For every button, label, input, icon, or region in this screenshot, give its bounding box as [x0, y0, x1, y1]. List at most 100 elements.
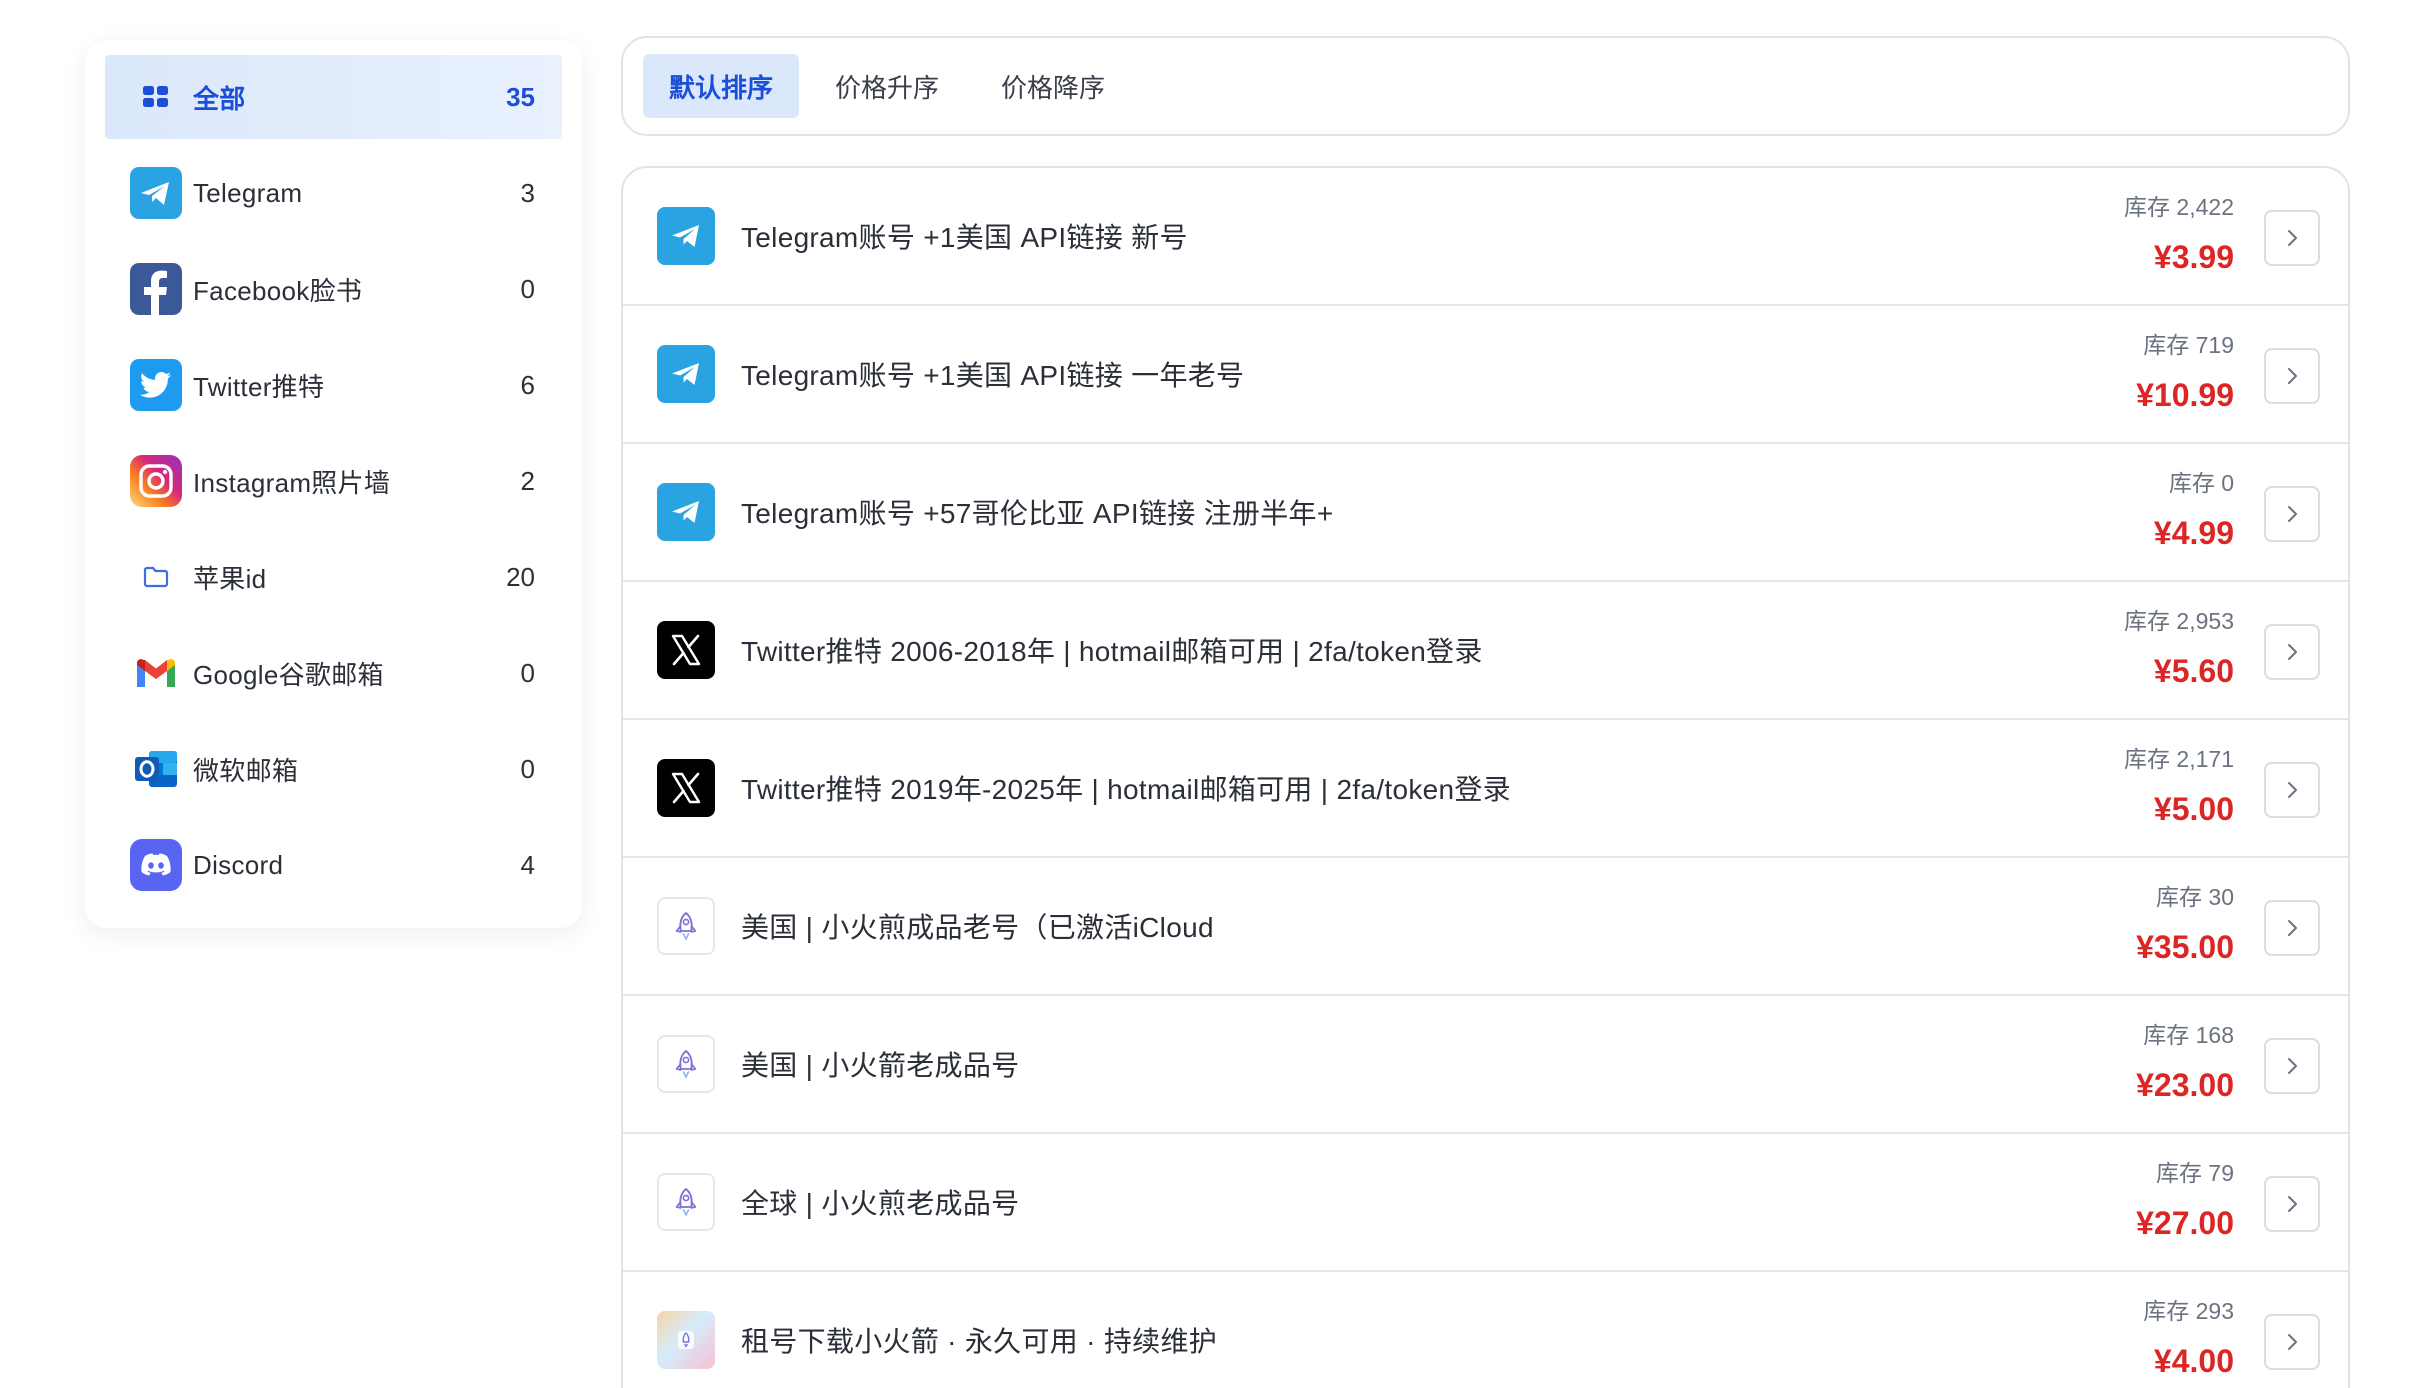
product-row[interactable]: Twitter推特 2019年-2025年 | hotmail邮箱可用 | 2f…: [623, 720, 2348, 858]
sidebar-item-facebook[interactable]: Facebook脸书 0: [105, 247, 562, 331]
product-price: ¥3.99: [2153, 239, 2234, 275]
discord-icon: [129, 838, 183, 892]
chevron-right-icon[interactable]: [2264, 1176, 2320, 1232]
sidebar-item-count: 4: [520, 849, 535, 880]
product-row[interactable]: Telegram账号 +57哥伦比亚 API链接 注册半年+ 库存 0 ¥4.9…: [623, 444, 2348, 582]
sidebar-item-count: 35: [506, 81, 535, 112]
chevron-right-icon[interactable]: [2264, 486, 2320, 542]
product-meta: 库存 2,171 ¥5.00: [2124, 742, 2234, 828]
sidebar-item-label: 微软邮箱: [193, 755, 299, 786]
folder-icon: [129, 550, 183, 604]
product-row[interactable]: 全球 | 小火煎老成品号 库存 79 ¥27.00: [623, 1134, 2348, 1272]
telegram-icon: [657, 483, 715, 541]
telegram-icon: [129, 166, 183, 220]
product-row[interactable]: Telegram账号 +1美国 API链接 新号 库存 2,422 ¥3.99: [623, 168, 2348, 306]
product-stock: 库存 2,171: [2124, 746, 2234, 772]
chevron-right-icon[interactable]: [2264, 210, 2320, 266]
product-title: 全球 | 小火煎老成品号: [741, 1188, 1020, 1219]
product-price: ¥5.60: [2153, 653, 2234, 689]
category-sidebar: 全部 35 Telegram 3 Facebook脸书 0 Twitter推特 …: [85, 40, 582, 928]
sidebar-item-label: Twitter推特: [193, 371, 325, 402]
product-meta: 库存 719 ¥10.99: [2136, 328, 2234, 414]
sidebar-item-label: 全部: [193, 83, 246, 114]
product-meta: 库存 2,953 ¥5.60: [2124, 604, 2234, 690]
product-meta: 库存 30 ¥35.00: [2136, 880, 2234, 966]
sidebar-item-telegram[interactable]: Telegram 3: [105, 151, 562, 235]
product-price: ¥4.00: [2153, 1343, 2234, 1379]
product-price: ¥4.99: [2153, 515, 2234, 551]
sidebar-item-instagram[interactable]: Instagram照片墙 2: [105, 439, 562, 523]
product-title: Telegram账号 +1美国 API链接 一年老号: [741, 360, 1245, 391]
product-price: ¥10.99: [2136, 377, 2234, 413]
rocket-app-icon: [657, 1311, 715, 1369]
sidebar-item-all[interactable]: 全部 35: [105, 55, 562, 139]
sort-price-asc-tab[interactable]: 价格升序: [809, 54, 965, 118]
grid-icon: [129, 70, 183, 124]
sort-price-desc-tab[interactable]: 价格降序: [975, 54, 1131, 118]
product-stock: 库存 719: [2143, 332, 2234, 358]
sidebar-item-count: 6: [520, 369, 535, 400]
product-price: ¥27.00: [2136, 1205, 2234, 1241]
sidebar-item-label: Facebook脸书: [193, 275, 363, 306]
gmail-icon: [129, 646, 183, 700]
chevron-right-icon[interactable]: [2264, 348, 2320, 404]
product-row[interactable]: 租号下载小火箭 · 永久可用 · 持续维护 库存 293 ¥4.00: [623, 1272, 2348, 1388]
product-stock: 库存 293: [2143, 1298, 2234, 1324]
sidebar-item-count: 3: [520, 177, 535, 208]
sidebar-item-count: 2: [520, 465, 535, 496]
sidebar-item-label: Instagram照片墙: [193, 467, 391, 498]
product-title: 租号下载小火箭 · 永久可用 · 持续维护: [741, 1326, 1218, 1357]
sidebar-item-gmail[interactable]: Google谷歌邮箱 0: [105, 631, 562, 715]
telegram-icon: [657, 207, 715, 265]
sort-bar: 默认排序 价格升序 价格降序: [621, 36, 2350, 136]
product-stock: 库存 30: [2156, 884, 2234, 910]
rocket-icon: [657, 897, 715, 955]
product-row[interactable]: 美国 | 小火箭老成品号 库存 168 ¥23.00: [623, 996, 2348, 1134]
sidebar-item-count: 0: [520, 657, 535, 688]
chevron-right-icon[interactable]: [2264, 900, 2320, 956]
product-meta: 库存 0 ¥4.99: [2154, 466, 2234, 552]
product-row[interactable]: Twitter推特 2006-2018年 | hotmail邮箱可用 | 2fa…: [623, 582, 2348, 720]
product-title: Twitter推特 2006-2018年 | hotmail邮箱可用 | 2fa…: [741, 636, 1483, 667]
sidebar-item-discord[interactable]: Discord 4: [105, 823, 562, 907]
sidebar-item-outlook[interactable]: 微软邮箱 0: [105, 727, 562, 811]
sidebar-item-count: 0: [520, 753, 535, 784]
product-meta: 库存 79 ¥27.00: [2136, 1156, 2234, 1242]
telegram-icon: [657, 345, 715, 403]
product-row[interactable]: Telegram账号 +1美国 API链接 一年老号 库存 719 ¥10.99: [623, 306, 2348, 444]
product-price: ¥35.00: [2136, 929, 2234, 965]
product-stock: 库存 2,422: [2124, 194, 2234, 220]
chevron-right-icon[interactable]: [2264, 624, 2320, 680]
facebook-icon: [129, 262, 183, 316]
sort-default-tab[interactable]: 默认排序: [643, 54, 800, 118]
instagram-icon: [129, 454, 183, 508]
product-price: ¥5.00: [2153, 791, 2234, 827]
sidebar-item-label: 苹果id: [193, 563, 267, 594]
sidebar-item-apple-id[interactable]: 苹果id 20: [105, 535, 562, 619]
rocket-icon: [657, 1173, 715, 1231]
product-meta: 库存 168 ¥23.00: [2136, 1018, 2234, 1104]
x-logo-icon: [657, 621, 715, 679]
product-meta: 库存 2,422 ¥3.99: [2124, 190, 2234, 276]
sidebar-item-count: 0: [520, 273, 535, 304]
chevron-right-icon[interactable]: [2264, 1038, 2320, 1094]
product-title: Telegram账号 +1美国 API链接 新号: [741, 222, 1188, 253]
product-price: ¥23.00: [2136, 1067, 2234, 1103]
twitter-icon: [129, 358, 183, 412]
product-stock: 库存 0: [2168, 470, 2234, 496]
outlook-icon: [129, 742, 183, 796]
chevron-right-icon[interactable]: [2264, 762, 2320, 818]
rocket-icon: [657, 1035, 715, 1093]
sidebar-item-twitter[interactable]: Twitter推特 6: [105, 343, 562, 427]
product-title: Telegram账号 +57哥伦比亚 API链接 注册半年+: [741, 498, 1334, 529]
product-row[interactable]: 美国 | 小火煎成品老号（已激活iCloud 库存 30 ¥35.00: [623, 858, 2348, 996]
product-stock: 库存 2,953: [2124, 608, 2234, 634]
chevron-right-icon[interactable]: [2264, 1314, 2320, 1370]
product-stock: 库存 168: [2143, 1022, 2234, 1048]
product-title: Twitter推特 2019年-2025年 | hotmail邮箱可用 | 2f…: [741, 774, 1511, 805]
product-list: Telegram账号 +1美国 API链接 新号 库存 2,422 ¥3.99 …: [621, 166, 2350, 1388]
product-stock: 库存 79: [2156, 1160, 2234, 1186]
x-logo-icon: [657, 759, 715, 817]
product-meta: 库存 293 ¥4.00: [2143, 1294, 2234, 1380]
sidebar-item-label: Telegram: [193, 177, 303, 208]
